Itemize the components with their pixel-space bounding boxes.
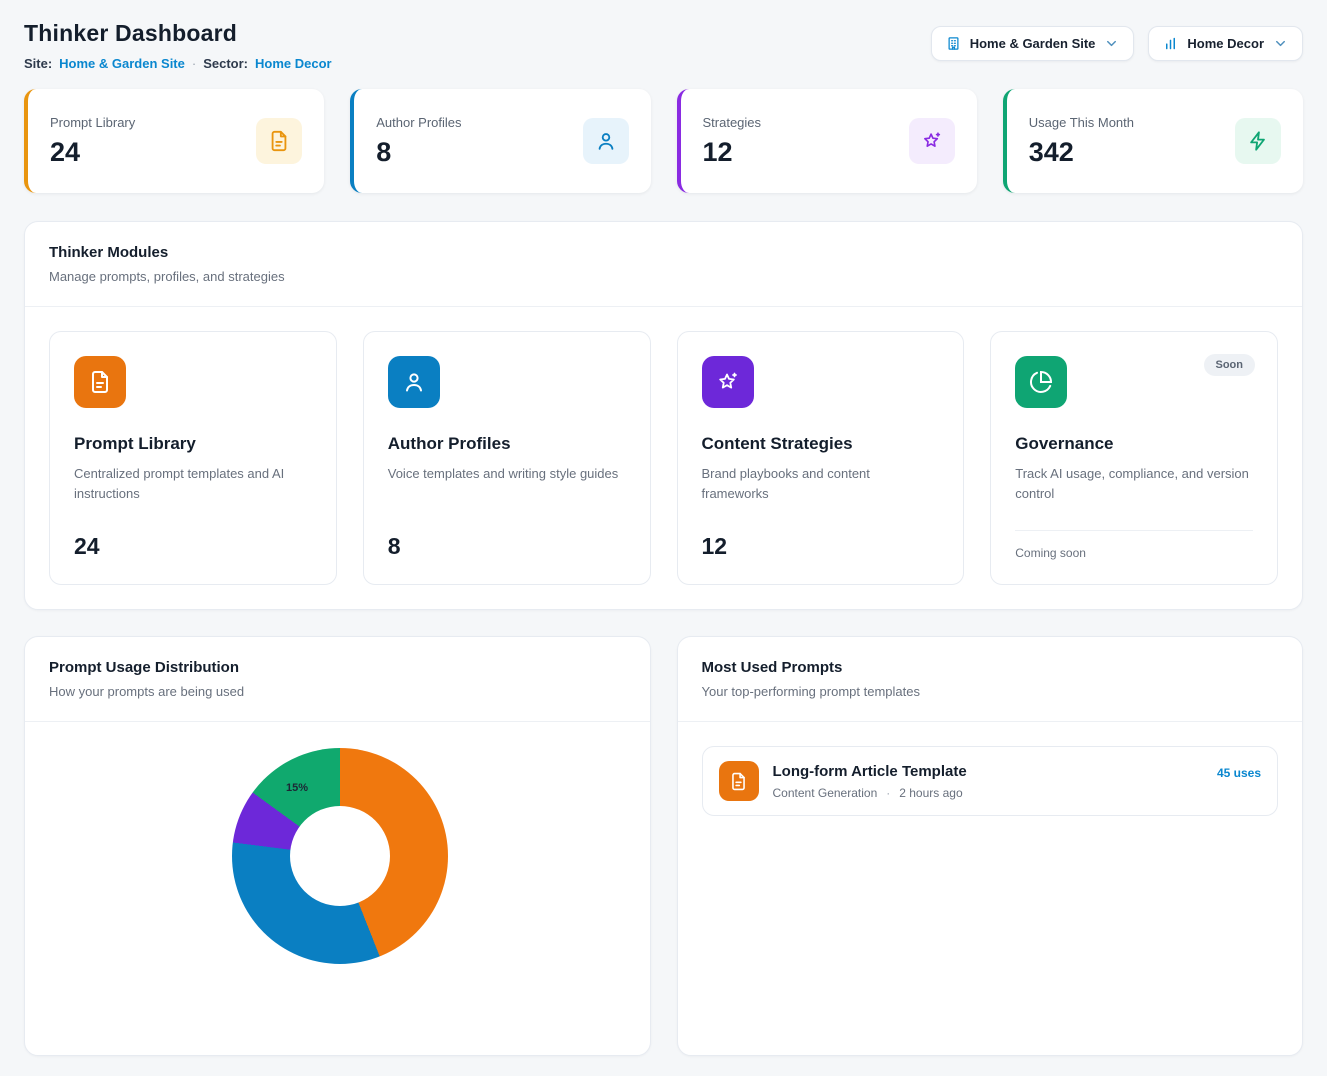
thinker-modules-panel: Thinker Modules Manage prompts, profiles… [24, 221, 1303, 610]
meta-separator: · [886, 786, 890, 800]
header-left: Thinker Dashboard Site: Home & Garden Si… [24, 20, 332, 71]
module-title: Governance [1015, 434, 1253, 454]
panel-title: Thinker Modules [49, 244, 1278, 261]
topbar: Thinker Dashboard Site: Home & Garden Si… [24, 20, 1303, 71]
card-subtitle: Your top-performing prompt templates [702, 684, 1279, 699]
sector-link[interactable]: Home Decor [255, 56, 332, 71]
prompt-meta: Content Generation · 2 hours ago [773, 786, 1203, 800]
module-card-prompt-library[interactable]: Prompt Library Centralized prompt templa… [49, 331, 337, 585]
dashboard-page: Thinker Dashboard Site: Home & Garden Si… [0, 0, 1327, 1076]
sector-selector-label: Home Decor [1187, 36, 1264, 51]
stat-label: Strategies [703, 115, 762, 130]
sparkle-star-icon [702, 356, 754, 408]
site-selector-dropdown[interactable]: Home & Garden Site [931, 26, 1135, 61]
soon-badge: Soon [1204, 354, 1256, 376]
sector-label: Sector: [203, 56, 248, 71]
bottom-row: Prompt Usage Distribution How your promp… [24, 636, 1303, 1056]
prompt-title: Long-form Article Template [773, 763, 1203, 780]
stat-value: 24 [50, 137, 135, 168]
module-count: 8 [388, 533, 626, 560]
module-title: Content Strategies [702, 434, 940, 454]
panel-subtitle: Manage prompts, profiles, and strategies [49, 269, 1278, 284]
module-card-author-profiles[interactable]: Author Profiles Voice templates and writ… [363, 331, 651, 585]
document-icon [74, 356, 126, 408]
module-card-content-strategies[interactable]: Content Strategies Brand playbooks and c… [677, 331, 965, 585]
user-icon [583, 118, 629, 164]
list-item-prompt[interactable]: Long-form Article Template Content Gener… [702, 746, 1279, 816]
prompt-info: Long-form Article Template Content Gener… [773, 763, 1203, 800]
most-used-prompts-card: Most Used Prompts Your top-performing pr… [677, 636, 1304, 1056]
bar-chart-icon [1163, 36, 1178, 51]
prompt-uses-badge: 45 uses [1217, 766, 1261, 780]
stat-info: Author Profiles 8 [376, 115, 461, 168]
stat-label: Usage This Month [1029, 115, 1134, 130]
site-selector-label: Home & Garden Site [970, 36, 1096, 51]
site-link[interactable]: Home & Garden Site [59, 56, 185, 71]
donut-chart: 15% [232, 748, 448, 964]
breadcrumb: Site: Home & Garden Site · Sector: Home … [24, 56, 332, 71]
chevron-down-icon [1273, 36, 1288, 51]
panel-header: Thinker Modules Manage prompts, profiles… [25, 222, 1302, 306]
pie-chart-icon [1015, 356, 1067, 408]
sector-selector-dropdown[interactable]: Home Decor [1148, 26, 1303, 61]
sparkle-star-icon [909, 118, 955, 164]
document-icon [256, 118, 302, 164]
module-description: Voice templates and writing style guides [388, 464, 626, 484]
stat-info: Prompt Library 24 [50, 115, 135, 168]
card-title: Prompt Usage Distribution [49, 659, 626, 676]
card-header: Most Used Prompts Your top-performing pr… [678, 637, 1303, 721]
card-header: Prompt Usage Distribution How your promp… [25, 637, 650, 721]
module-title: Prompt Library [74, 434, 312, 454]
chevron-down-icon [1104, 36, 1119, 51]
document-icon [719, 761, 759, 801]
module-card-governance[interactable]: Soon Governance Track AI usage, complian… [990, 331, 1278, 585]
prompt-time: 2 hours ago [899, 786, 962, 800]
header-selectors: Home & Garden Site Home Decor [931, 26, 1303, 61]
stat-value: 12 [703, 137, 762, 168]
stat-card-author-profiles: Author Profiles 8 [350, 89, 650, 193]
stat-value: 8 [376, 137, 461, 168]
chart-area: 15% [25, 722, 650, 1052]
stat-card-usage: Usage This Month 342 [1003, 89, 1303, 193]
building-icon [946, 36, 961, 51]
user-icon [388, 356, 440, 408]
stat-card-strategies: Strategies 12 [677, 89, 977, 193]
module-count: 12 [702, 533, 940, 560]
stat-value: 342 [1029, 137, 1134, 168]
site-label: Site: [24, 56, 52, 71]
stat-label: Author Profiles [376, 115, 461, 130]
lightning-icon [1235, 118, 1281, 164]
prompt-usage-card: Prompt Usage Distribution How your promp… [24, 636, 651, 1056]
coming-soon-label: Coming soon [1015, 546, 1253, 560]
module-description: Brand playbooks and content frameworks [702, 464, 940, 503]
card-title: Most Used Prompts [702, 659, 1279, 676]
module-count: 24 [74, 533, 312, 560]
breadcrumb-separator: · [192, 56, 196, 71]
stat-info: Usage This Month 342 [1029, 115, 1134, 168]
prompt-category: Content Generation [773, 786, 878, 800]
prompt-list: Long-form Article Template Content Gener… [678, 722, 1303, 840]
page-title: Thinker Dashboard [24, 20, 332, 47]
stat-label: Prompt Library [50, 115, 135, 130]
stats-row: Prompt Library 24 Author Profiles 8 Stra… [24, 89, 1303, 193]
donut-segment-label: 15% [286, 782, 308, 794]
modules-grid: Prompt Library Centralized prompt templa… [25, 307, 1302, 609]
module-title: Author Profiles [388, 434, 626, 454]
module-description: Centralized prompt templates and AI inst… [74, 464, 312, 503]
stat-card-prompt-library: Prompt Library 24 [24, 89, 324, 193]
module-description: Track AI usage, compliance, and version … [1015, 464, 1253, 503]
card-subtitle: How your prompts are being used [49, 684, 626, 699]
stat-info: Strategies 12 [703, 115, 762, 168]
divider [1015, 530, 1253, 531]
